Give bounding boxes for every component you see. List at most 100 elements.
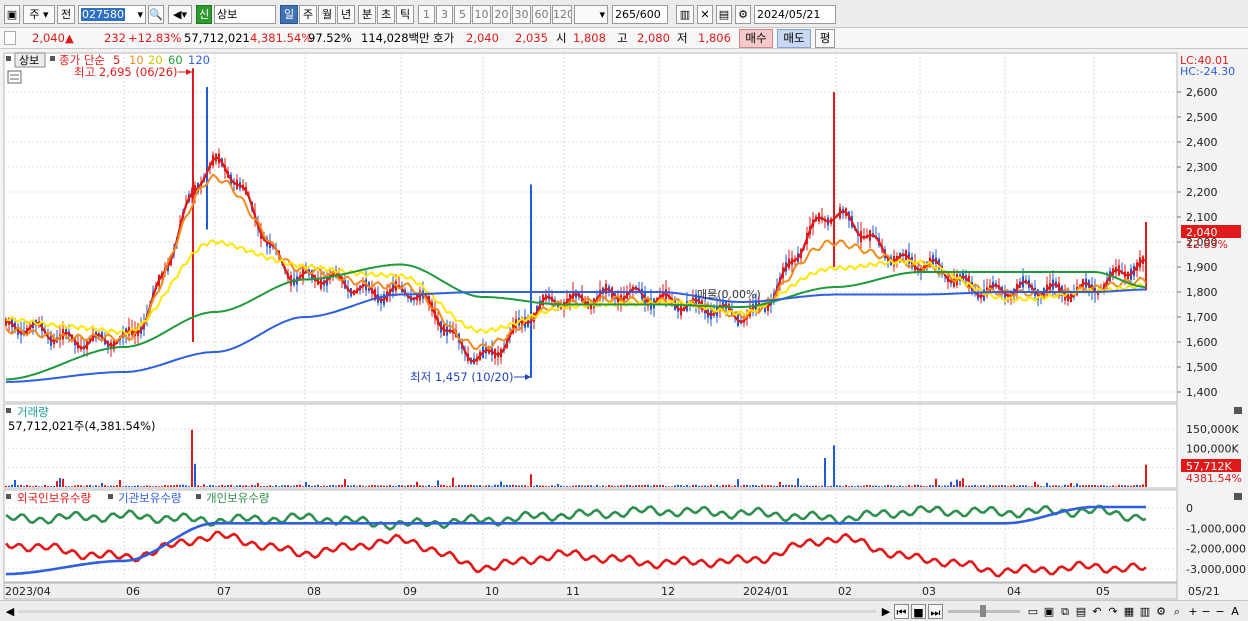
x-tick-label: 2023/04 (5, 585, 51, 598)
zoom-in-icon[interactable]: + (1186, 604, 1200, 619)
gear-icon[interactable]: ⚙ (735, 5, 751, 24)
tab-period-second[interactable]: 초 (377, 5, 395, 24)
redo-icon[interactable]: ↷ (1106, 604, 1120, 619)
stock-name-field[interactable]: 상보 (214, 5, 276, 24)
checkbox-icon[interactable] (4, 31, 16, 45)
volume-bar (203, 484, 205, 487)
volume-bar (593, 486, 595, 487)
interval-1[interactable]: 1 (418, 5, 435, 24)
scroll-track[interactable] (18, 610, 876, 613)
tab-period-week[interactable]: 주 (299, 5, 317, 24)
last-page-icon[interactable]: ⏭ (928, 604, 943, 619)
low-price: 1,806 (698, 31, 731, 45)
volume-bar (584, 485, 586, 487)
volume-bar (815, 485, 817, 487)
volume-bar (689, 486, 691, 487)
x-tick-label: 03 (922, 585, 936, 598)
scroll-left-icon[interactable]: ◀ (4, 604, 16, 619)
window-icon[interactable]: ▭ (1026, 604, 1040, 619)
volume-bar (116, 485, 118, 487)
zoom-out-icon[interactable]: − (1200, 604, 1212, 619)
count-field[interactable]: 265/600 (612, 5, 668, 24)
volume-bar (413, 485, 415, 487)
volume-bar (374, 485, 376, 487)
volume-bar (26, 484, 28, 487)
volume-bar (227, 485, 229, 487)
prev-button[interactable]: 전 (57, 5, 75, 24)
volume-bar (422, 485, 424, 487)
volume-bar (1103, 485, 1105, 487)
interval-60[interactable]: 60 (532, 5, 551, 24)
volume-bar (785, 484, 787, 487)
volume-bar (1025, 485, 1027, 487)
holding-panel-close-icon[interactable] (1234, 493, 1242, 500)
holding-marker-icon (6, 494, 11, 499)
tab-period-minute[interactable]: 분 (358, 5, 376, 24)
volume-bar (995, 485, 997, 487)
calculator-icon[interactable] (7, 70, 22, 84)
x-axis-strip (3, 582, 1178, 600)
volume-bar (803, 486, 805, 487)
volume-bar (356, 486, 358, 487)
interval-5[interactable]: 5 (454, 5, 471, 24)
scroll-right-icon[interactable]: ▶ (880, 604, 892, 619)
volume-bar (224, 485, 226, 487)
volume-bar (377, 485, 379, 487)
buy-button[interactable]: 매수 (739, 29, 773, 48)
volume-bar (692, 484, 694, 487)
volume-bar (434, 485, 436, 487)
volume-bar (404, 486, 406, 487)
interval-20[interactable]: 20 (492, 5, 511, 24)
date-field[interactable]: 2024/05/21 (754, 5, 836, 24)
sell-button[interactable]: 매도 (777, 29, 811, 48)
chart-type-icon[interactable]: ▥ (1138, 604, 1152, 619)
tab-period-year[interactable]: 년 (337, 5, 355, 24)
grid-icon[interactable]: ▦ (1122, 604, 1136, 619)
candle-icon[interactable]: ▥ (676, 5, 694, 24)
volume-bar (326, 485, 328, 487)
print-icon[interactable]: ▤ (1074, 604, 1088, 619)
volume-bar (83, 486, 85, 487)
tile-icon[interactable]: ▣ (1042, 604, 1056, 619)
volume-bar (875, 485, 877, 487)
volume-panel[interactable] (3, 403, 1178, 489)
interval-120[interactable]: 120 (552, 5, 572, 24)
volume-bar (821, 485, 823, 487)
stock-code-input[interactable]: 027580 ▾ (78, 5, 146, 24)
tab-period-month[interactable]: 월 (318, 5, 336, 24)
average-button[interactable]: 평 (815, 29, 835, 48)
draw-tool-icon[interactable]: ✕ (697, 5, 713, 24)
first-page-icon[interactable]: ⏮ (894, 604, 909, 619)
layout-icon[interactable]: ▣ (4, 5, 20, 24)
interval-30[interactable]: 30 (512, 5, 531, 24)
zoom-icon[interactable]: ⌕ (1170, 604, 1184, 619)
volume-bar (1079, 485, 1081, 487)
interval-3[interactable]: 3 (436, 5, 453, 24)
volume-bar (122, 486, 124, 487)
sound-icon[interactable]: ◀▾ (168, 5, 192, 24)
interval-select[interactable]: ▾ (574, 5, 608, 24)
save-icon[interactable]: ▤ (716, 5, 732, 24)
font-size-icon[interactable]: A (1228, 604, 1242, 619)
stop-icon[interactable]: ■ (911, 604, 926, 619)
copy-icon[interactable]: ⧉ (1058, 604, 1072, 619)
volume-bar (68, 486, 70, 487)
volume-bar (20, 484, 22, 487)
search-icon[interactable]: 🔍 (148, 5, 164, 24)
volume-panel-close-icon[interactable] (1234, 407, 1242, 414)
volume-bar (824, 458, 826, 487)
collapse-icon[interactable]: − (1214, 604, 1226, 619)
volume-bar (1046, 482, 1048, 487)
stock-chart[interactable]: 2,6002,5002,4002,3002,2002,1002,0001,900… (0, 50, 1248, 600)
interval-10[interactable]: 10 (472, 5, 491, 24)
zoom-slider-thumb[interactable] (980, 605, 986, 617)
type-select[interactable]: 주 ▾ (23, 5, 55, 24)
tab-period-tick[interactable]: 틱 (396, 5, 414, 24)
tab-period-day[interactable]: 일 (280, 5, 298, 24)
volume-bar (338, 484, 340, 487)
undo-icon[interactable]: ↶ (1090, 604, 1104, 619)
volume-bar (719, 486, 721, 487)
settings-icon[interactable]: ⚙ (1154, 604, 1168, 619)
volume-bar (1094, 485, 1096, 487)
volume-bar (560, 485, 562, 487)
